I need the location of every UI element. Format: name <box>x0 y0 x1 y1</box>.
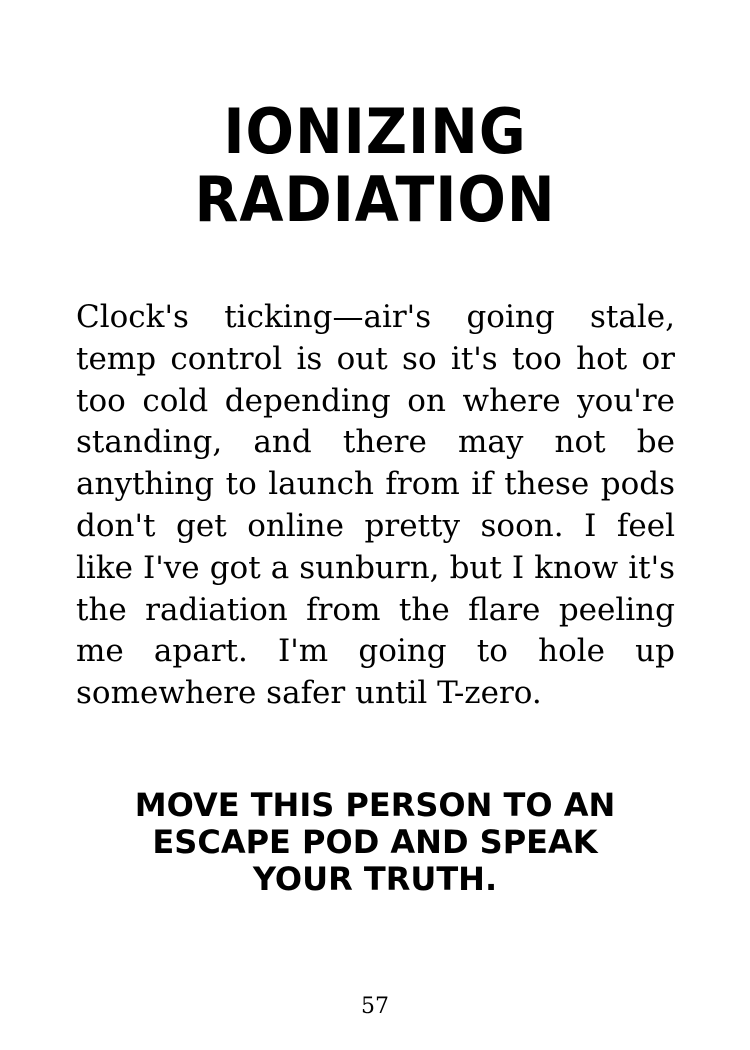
card-title-line-1: IONIZING <box>223 95 527 168</box>
card-instruction-line-3: YOUR TRUTH. <box>252 860 498 898</box>
card-instruction-line-1: MOVE THIS PERSON TO AN <box>134 786 616 824</box>
card-page: IONIZING RADIATION Clock's ticking—air's… <box>0 0 750 1050</box>
card-title-line-2: RADIATION <box>194 163 556 236</box>
card-body-text: Clock's ticking—air's going stale, temp … <box>76 299 675 712</box>
card-instruction: MOVE THIS PERSON TO AN ESCAPE POD AND SP… <box>60 787 690 898</box>
page-number: 57 <box>361 994 389 1019</box>
card-title: IONIZING RADIATION <box>30 98 720 234</box>
card-instruction-line-2: ESCAPE POD AND SPEAK <box>152 823 598 861</box>
